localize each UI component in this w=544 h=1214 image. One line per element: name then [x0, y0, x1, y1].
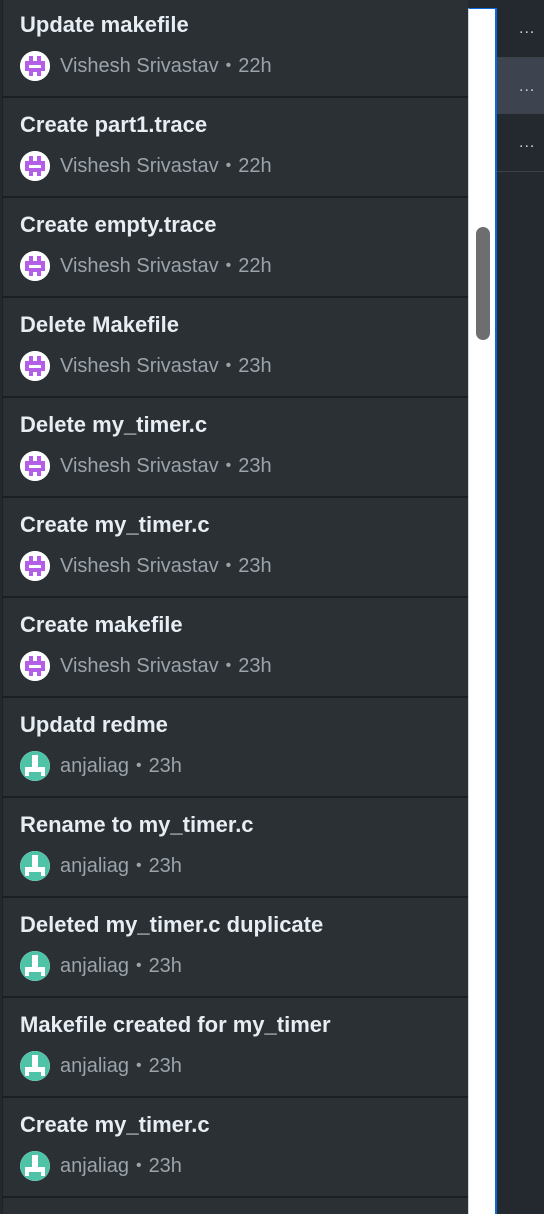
separator-dot: •: [225, 257, 232, 274]
commit-time: 23h: [148, 954, 182, 977]
separator-dot: •: [225, 357, 232, 374]
commit-meta: anjaliag • 23h: [20, 1051, 182, 1081]
separator-dot: •: [225, 157, 232, 174]
commit-message: Rename to my_timer.c: [20, 812, 254, 837]
commit-meta: anjaliag • 23h: [20, 751, 182, 781]
avatar-icon: [20, 851, 50, 881]
commit-meta: Vishesh Srivastav • 22h: [20, 251, 272, 281]
commit-message: Deleted my_timer.c duplicate: [20, 912, 324, 937]
commit-list-item[interactable]: Updatd redme anjaliag • 23h: [2, 698, 468, 798]
commit-list-item[interactable]: Create empty.trace Vishesh Srivastav • 22h: [2, 198, 468, 298]
commit-list-item[interactable]: Create part1.trace Vishesh Srivastav • 22h: [2, 98, 468, 198]
avatar-icon: [20, 451, 50, 481]
separator-dot: •: [225, 57, 232, 74]
commit-time: 23h: [148, 1054, 182, 1077]
commit-list-item[interactable]: Rename to my_timer.c anjaliag • 23h: [2, 798, 468, 898]
commit-meta: anjaliag • 23h: [20, 1151, 182, 1181]
commit-history-view: ... ... ... Update makefile Vishesh Sriva…: [0, 0, 544, 1214]
commit-time: 23h: [148, 854, 182, 877]
separator-dot: •: [135, 857, 142, 874]
commit-meta: anjaliag • 23h: [20, 951, 182, 981]
commit-meta: Vishesh Srivastav • 22h: [20, 51, 272, 81]
scrollbar-thumb[interactable]: [476, 227, 490, 340]
commit-time: 23h: [148, 754, 182, 777]
commit-time: 23h: [238, 354, 272, 377]
commit-message: Create my_timer.c: [20, 1112, 210, 1137]
commit-author: anjaliag: [60, 854, 129, 877]
commit-author: Vishesh Srivastav: [60, 54, 219, 77]
commit-meta: Vishesh Srivastav • 23h: [20, 651, 272, 681]
commit-message: Makefile created for my_timer: [20, 1012, 331, 1037]
commit-message: Create makefile: [20, 612, 183, 637]
separator-dot: •: [135, 1157, 142, 1174]
commit-author: anjaliag: [60, 1154, 129, 1177]
commit-message: Updatd redme: [20, 712, 168, 737]
background-commit-table: ... ... ...: [497, 0, 544, 1214]
avatar-icon: [20, 351, 50, 381]
scrollbar-track[interactable]: [468, 8, 497, 1214]
commit-author: anjaliag: [60, 1054, 129, 1077]
commit-author: Vishesh Srivastav: [60, 654, 219, 677]
commit-time: 22h: [238, 254, 272, 277]
commit-list-item[interactable]: Delete my_timer.c Vishesh Srivastav • 23h: [2, 398, 468, 498]
commit-meta: Vishesh Srivastav • 23h: [20, 451, 272, 481]
commit-list-item[interactable]: Delete Makefile Vishesh Srivastav • 23h: [2, 298, 468, 398]
separator-dot: •: [225, 557, 232, 574]
commit-time: 23h: [148, 1154, 182, 1177]
commit-time: 23h: [238, 554, 272, 577]
commit-message: Create my_timer.c: [20, 512, 210, 537]
avatar-icon: [20, 251, 50, 281]
commit-list-item[interactable]: Deleted my_timer.c duplicate anjaliag • 23h: [2, 898, 468, 998]
commit-author: Vishesh Srivastav: [60, 554, 219, 577]
commit-meta: anjaliag • 23h: [20, 851, 182, 881]
avatar-icon: [20, 651, 50, 681]
commit-author: anjaliag: [60, 954, 129, 977]
separator-dot: •: [225, 657, 232, 674]
avatar-icon: [20, 1051, 50, 1081]
commit-time: 22h: [238, 54, 272, 77]
avatar-icon: [20, 551, 50, 581]
commit-list-item[interactable]: Create my_timer.c anjaliag • 23h: [2, 1098, 468, 1198]
commit-meta: Vishesh Srivastav • 23h: [20, 351, 272, 381]
separator-dot: •: [135, 1057, 142, 1074]
separator-dot: •: [135, 957, 142, 974]
commit-author: Vishesh Srivastav: [60, 154, 219, 177]
row-more-button[interactable]: ...: [497, 58, 544, 114]
commit-time: 22h: [238, 154, 272, 177]
commit-list-item[interactable]: Makefile created for my_timer anjaliag • 23…: [2, 998, 468, 1098]
separator-dot: •: [135, 757, 142, 774]
commit-author: Vishesh Srivastav: [60, 454, 219, 477]
commit-list-item[interactable]: Create my_timer.c Vishesh Srivastav • 23h: [2, 498, 468, 598]
commit-list[interactable]: Update makefile Vishesh Srivastav • 22h Crea…: [2, 0, 468, 1214]
avatar-icon: [20, 1151, 50, 1181]
commit-list-item[interactable]: Update makefile Vishesh Srivastav • 22h: [2, 0, 468, 98]
commit-author: anjaliag: [60, 754, 129, 777]
avatar-icon: [20, 951, 50, 981]
commit-time: 23h: [238, 654, 272, 677]
avatar-icon: [20, 51, 50, 81]
commit-message: Delete Makefile: [20, 312, 179, 337]
row-more-button[interactable]: ...: [497, 0, 544, 58]
commit-author: Vishesh Srivastav: [60, 254, 219, 277]
commit-author: Vishesh Srivastav: [60, 354, 219, 377]
commit-message: Create part1.trace: [20, 112, 208, 137]
commit-time: 23h: [238, 454, 272, 477]
separator-dot: •: [225, 457, 232, 474]
commit-list-item[interactable]: Create makefile Vishesh Srivastav • 23h: [2, 598, 468, 698]
commit-message: Delete my_timer.c: [20, 412, 208, 437]
commit-message: Create empty.trace: [20, 212, 217, 237]
row-more-button[interactable]: ...: [497, 114, 544, 172]
avatar-icon: [20, 751, 50, 781]
avatar-icon: [20, 151, 50, 181]
commit-meta: Vishesh Srivastav • 23h: [20, 551, 272, 581]
commit-dropdown-panel: Update makefile Vishesh Srivastav • 22h Crea…: [0, 0, 497, 1214]
commit-message: Update makefile: [20, 12, 189, 37]
commit-meta: Vishesh Srivastav • 22h: [20, 151, 272, 181]
